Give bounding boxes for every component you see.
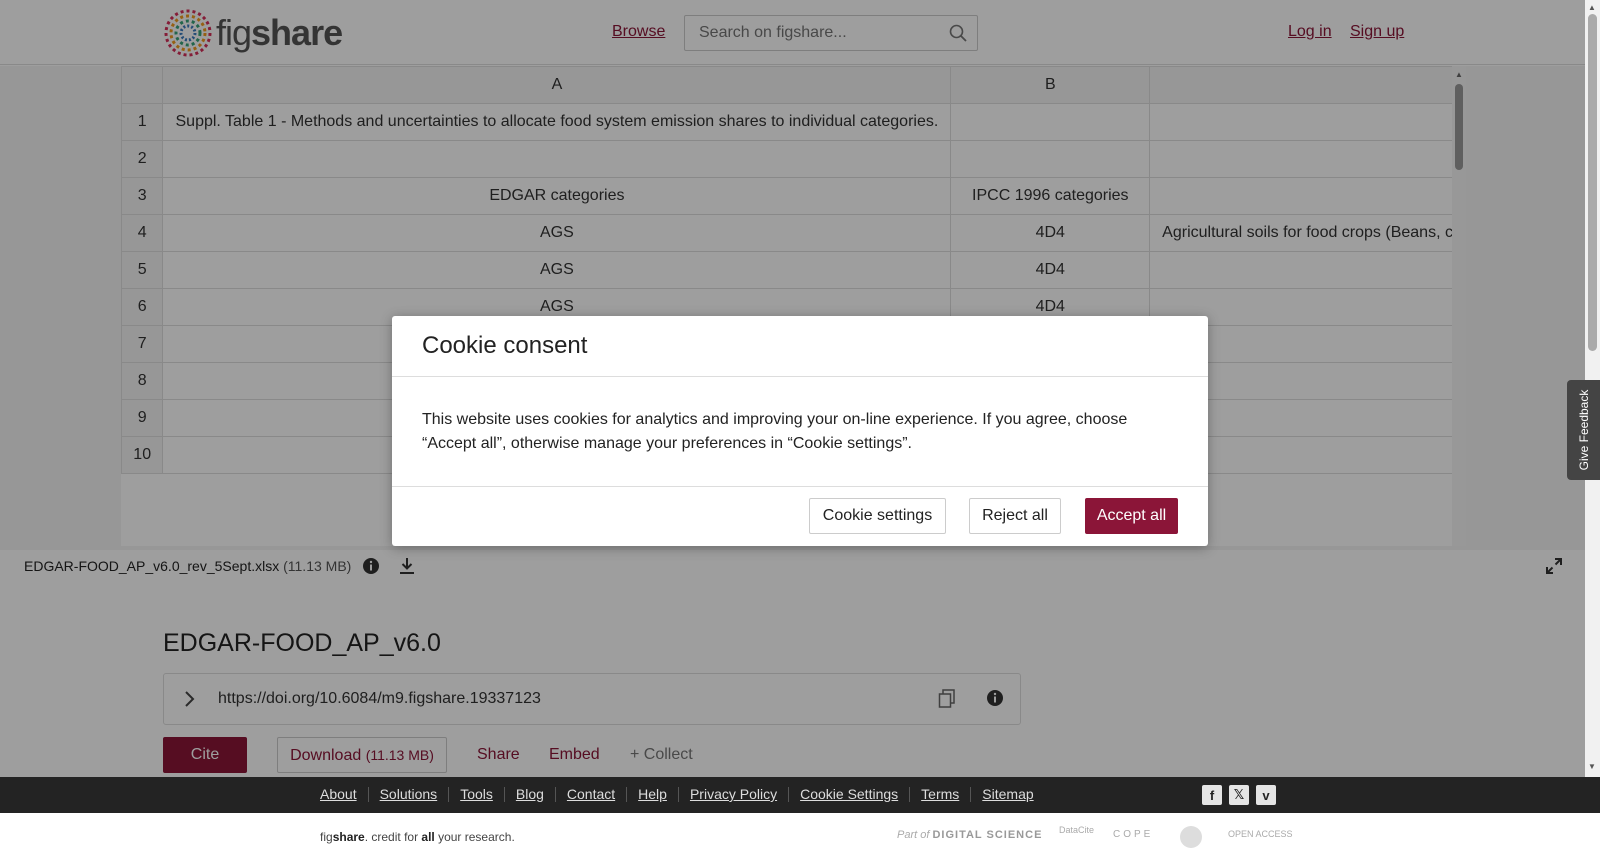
footer-link-help[interactable]: Help <box>627 787 679 802</box>
digital-science-logo[interactable]: Part of DIGITAL SCIENCE <box>897 829 1042 841</box>
reject-all-button[interactable]: Reject all <box>969 498 1061 534</box>
footer-link-privacy-policy[interactable]: Privacy Policy <box>679 787 790 802</box>
footer-tagline: figshare. credit for all your research. <box>320 830 515 844</box>
footer-link-contact[interactable]: Contact <box>556 787 628 802</box>
footer-link-blog[interactable]: Blog <box>505 787 556 802</box>
footer-nav: About Solutions Tools Blog Contact Help … <box>0 777 1600 813</box>
scroll-up-arrow-icon[interactable]: ▲ <box>1588 3 1596 12</box>
x-twitter-icon[interactable]: 𝕏 <box>1229 785 1249 805</box>
scrollbar-thumb[interactable] <box>1588 14 1597 351</box>
dialog-title: Cookie consent <box>422 332 588 359</box>
footer-links: About Solutions Tools Blog Contact Help … <box>320 787 1045 802</box>
cookie-settings-button[interactable]: Cookie settings <box>809 498 946 534</box>
divider <box>392 376 1208 377</box>
cookie-consent-dialog: Cookie consent This website uses cookies… <box>392 316 1208 546</box>
scroll-down-arrow-icon[interactable]: ▼ <box>1588 762 1596 771</box>
footer-link-terms[interactable]: Terms <box>910 787 972 802</box>
vimeo-icon[interactable]: v <box>1256 785 1276 805</box>
accept-all-button[interactable]: Accept all <box>1085 498 1178 534</box>
feedback-label: Give Feedback <box>1576 389 1591 471</box>
footer-link-tools[interactable]: Tools <box>449 787 505 802</box>
footer-link-solutions[interactable]: Solutions <box>369 787 450 802</box>
give-feedback-tab[interactable]: Give Feedback <box>1567 380 1600 480</box>
partner-seal-icon[interactable] <box>1180 826 1202 848</box>
cope-logo[interactable]: COPE <box>1113 829 1153 840</box>
datacite-logo[interactable]: DataCite <box>1059 825 1094 835</box>
footer-bottom: figshare. credit for all your research. … <box>0 813 1600 861</box>
facebook-icon[interactable]: f <box>1202 785 1222 805</box>
footer-link-cookie-settings[interactable]: Cookie Settings <box>789 787 911 802</box>
footer-link-sitemap[interactable]: Sitemap <box>971 787 1044 802</box>
divider <box>392 486 1208 487</box>
footer-link-about[interactable]: About <box>320 787 369 802</box>
dialog-message: This website uses cookies for analytics … <box>422 411 1128 452</box>
open-access-logo[interactable]: OPEN ACCESS <box>1228 829 1293 839</box>
